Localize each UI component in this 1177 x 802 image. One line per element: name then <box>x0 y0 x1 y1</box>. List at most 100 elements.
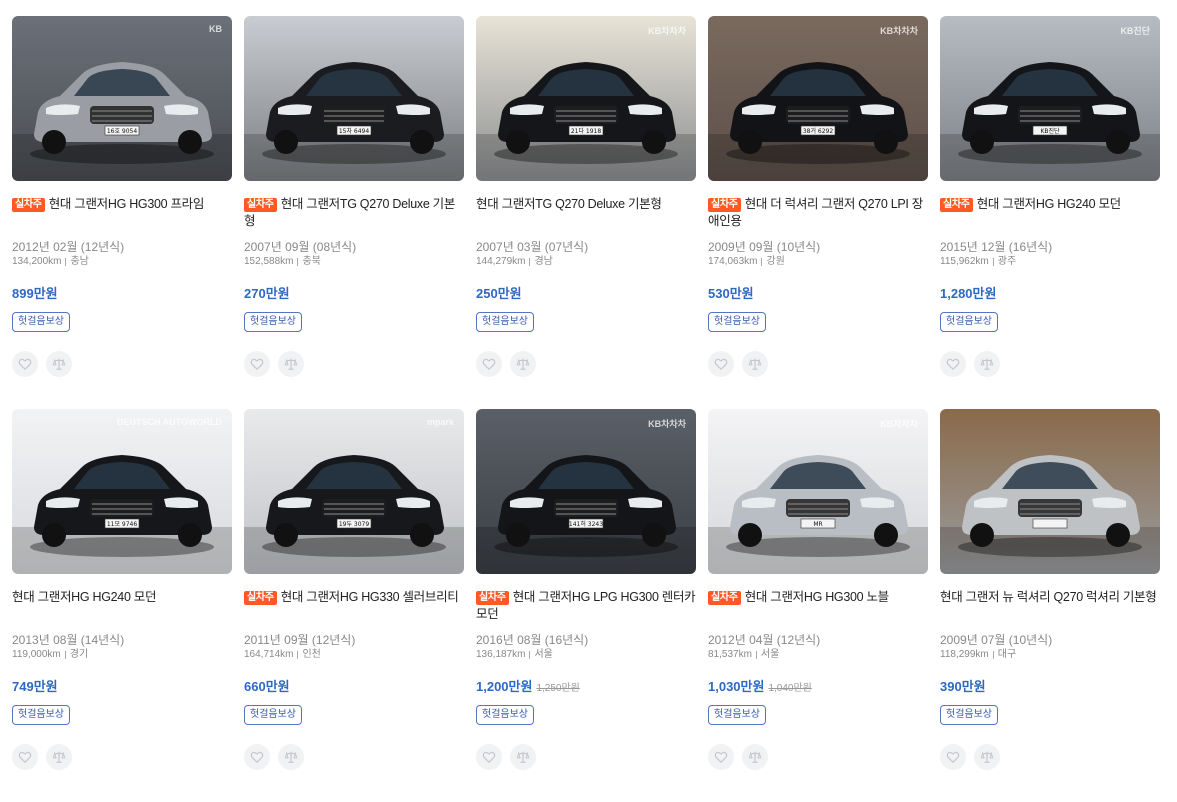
wishlist-button[interactable] <box>708 744 734 770</box>
listing-meta: 134,200km 충남 <box>12 255 232 269</box>
listing-title[interactable]: 실차주 현대 그랜저TG Q270 Deluxe 기본형 <box>244 196 464 232</box>
car-listing-card[interactable]: KB진단 KB진단 실차주 현대 그랜저HG HG240 모던 2015년 12월… <box>940 16 1160 409</box>
mileage: 136,187km <box>476 649 526 660</box>
mileage: 164,714km <box>244 649 294 660</box>
car-photo-image: 16호 9054 <box>12 16 232 181</box>
listing-title[interactable]: 실차주 현대 그랜저HG HG330 셀러브리티 <box>244 589 464 625</box>
car-photo[interactable]: 16호 9054 KB <box>12 16 232 181</box>
compare-button[interactable] <box>278 744 304 770</box>
scale-icon <box>516 751 530 763</box>
price: 749만원 <box>12 679 58 694</box>
car-listing-card[interactable]: MR KB차차차 실차주 현대 그랜저HG HG300 노블 2012년 04월 … <box>708 409 928 802</box>
photo-watermark: KB차차차 <box>648 419 686 429</box>
car-photo[interactable]: 141허 3243 KB차차차 <box>476 409 696 574</box>
card-actions <box>12 351 232 377</box>
mileage: 115,962km <box>940 256 989 267</box>
car-photo[interactable]: 21다 1918 KB차차차 <box>476 16 696 181</box>
owner-badge: 실차주 <box>12 198 45 212</box>
compare-button[interactable] <box>46 351 72 377</box>
car-photo-image: KB진단 <box>940 16 1160 181</box>
card-actions <box>244 351 464 377</box>
car-photo[interactable]: 15차 6494 <box>244 16 464 181</box>
listing-title[interactable]: 현대 그랜저TG Q270 Deluxe 기본형 <box>476 196 696 232</box>
listing-meta: 152,588km 충북 <box>244 255 464 269</box>
car-photo[interactable] <box>940 409 1160 574</box>
photo-watermark: DEUTSCH AUTOWORLD <box>117 417 222 427</box>
wishlist-button[interactable] <box>12 351 38 377</box>
car-listing-card[interactable]: 141허 3243 KB차차차 실차주 현대 그랜저HG LPG HG300 렌터… <box>476 409 696 802</box>
car-listing-card[interactable]: 현대 그랜저 뉴 럭셔리 Q270 럭셔리 기본형 2009년 07월 (10년… <box>940 409 1160 802</box>
wishlist-button[interactable] <box>12 744 38 770</box>
listing-title[interactable]: 현대 그랜저 뉴 럭셔리 Q270 럭셔리 기본형 <box>940 589 1160 625</box>
compare-button[interactable] <box>974 744 1000 770</box>
listing-title-text: 현대 그랜저HG HG300 프라임 <box>48 197 205 211</box>
car-listing-card[interactable]: 21다 1918 KB차차차 현대 그랜저TG Q270 Deluxe 기본형 … <box>476 16 696 409</box>
compare-button[interactable] <box>46 744 72 770</box>
car-listing-card[interactable]: 11모 9746 DEUTSCH AUTOWORLD 현대 그랜저HG HG24… <box>12 409 232 802</box>
car-listing-card[interactable]: 19두 3079 mpark 실차주 현대 그랜저HG HG330 셀러브리티 2… <box>244 409 464 802</box>
compensation-tag[interactable]: 헛걸음보상 <box>476 312 534 332</box>
compare-button[interactable] <box>742 351 768 377</box>
wishlist-button[interactable] <box>476 744 502 770</box>
compare-button[interactable] <box>974 351 1000 377</box>
price: 899만원 <box>12 286 58 301</box>
compensation-tag[interactable]: 헛걸음보상 <box>12 312 70 332</box>
compensation-tag[interactable]: 헛걸음보상 <box>244 312 302 332</box>
svg-text:15차 6494: 15차 6494 <box>339 127 370 135</box>
scale-icon <box>980 358 994 370</box>
car-listing-card[interactable]: 15차 6494 실차주 현대 그랜저TG Q270 Deluxe 기본형 200… <box>244 16 464 409</box>
card-actions <box>940 744 1160 770</box>
model-year: 2012년 04월 (12년식) <box>708 633 821 647</box>
compare-button[interactable] <box>742 744 768 770</box>
listing-title[interactable]: 현대 그랜저HG HG240 모던 <box>12 589 232 625</box>
listing-title[interactable]: 실차주 현대 그랜저HG HG240 모던 <box>940 196 1160 232</box>
wishlist-button[interactable] <box>244 744 270 770</box>
heart-icon <box>946 751 960 764</box>
price-row: 660만원 <box>244 676 464 695</box>
car-photo[interactable]: MR KB차차차 <box>708 409 928 574</box>
photo-watermark: KB차차차 <box>880 26 918 36</box>
listing-title[interactable]: 실차주 현대 그랜저HG LPG HG300 렌터카 모던 <box>476 589 696 625</box>
compensation-tag[interactable]: 헛걸음보상 <box>244 705 302 725</box>
wishlist-button[interactable] <box>476 351 502 377</box>
compare-button[interactable] <box>510 351 536 377</box>
scale-icon <box>284 751 298 763</box>
wishlist-button[interactable] <box>940 351 966 377</box>
photo-watermark: KB차차차 <box>648 26 686 36</box>
compensation-tag[interactable]: 헛걸음보상 <box>940 312 998 332</box>
wishlist-button[interactable] <box>940 744 966 770</box>
listing-title[interactable]: 실차주 현대 그랜저HG HG300 노블 <box>708 589 928 625</box>
car-photo[interactable]: 19두 3079 mpark <box>244 409 464 574</box>
compensation-tag[interactable]: 헛걸음보상 <box>476 705 534 725</box>
listing-title-text: 현대 그랜저TG Q270 Deluxe 기본형 <box>476 197 662 211</box>
scale-icon <box>980 751 994 763</box>
car-listing-card[interactable]: 38거 6292 KB차차차 실차주 현대 더 럭셔리 그랜저 Q270 LPI … <box>708 16 928 409</box>
compare-button[interactable] <box>510 744 536 770</box>
card-actions <box>476 744 696 770</box>
car-photo[interactable]: 38거 6292 KB차차차 <box>708 16 928 181</box>
photo-watermark: mpark <box>426 417 454 427</box>
wishlist-button[interactable] <box>708 351 734 377</box>
mileage: 134,200km <box>12 256 62 267</box>
car-photo-image: 141허 3243 <box>476 409 696 574</box>
compensation-tag[interactable]: 헛걸음보상 <box>12 705 70 725</box>
price: 1,200만원 <box>476 679 533 694</box>
scale-icon <box>516 358 530 370</box>
compensation-tag[interactable]: 헛걸음보상 <box>708 705 766 725</box>
car-listing-card[interactable]: 16호 9054 KB 실차주 현대 그랜저HG HG300 프라임 2012년 … <box>12 16 232 409</box>
mileage: 118,299km <box>940 649 989 660</box>
listing-title[interactable]: 실차주 현대 그랜저HG HG300 프라임 <box>12 196 232 232</box>
listing-title-text: 현대 그랜저 뉴 럭셔리 Q270 럭셔리 기본형 <box>940 590 1157 604</box>
heart-icon <box>18 358 32 371</box>
compare-button[interactable] <box>278 351 304 377</box>
wishlist-button[interactable] <box>244 351 270 377</box>
meta-divider <box>529 651 531 659</box>
car-photo[interactable]: 11모 9746 DEUTSCH AUTOWORLD <box>12 409 232 574</box>
listing-meta: 115,962km 광주 <box>940 255 1160 269</box>
scale-icon <box>748 751 762 763</box>
compensation-tag[interactable]: 헛걸음보상 <box>708 312 766 332</box>
region: 서울 <box>760 649 780 660</box>
car-photo[interactable]: KB진단 KB진단 <box>940 16 1160 181</box>
compensation-tag[interactable]: 헛걸음보상 <box>940 705 998 725</box>
listing-title[interactable]: 실차주 현대 더 럭셔리 그랜저 Q270 LPI 장애인용 <box>708 196 928 232</box>
